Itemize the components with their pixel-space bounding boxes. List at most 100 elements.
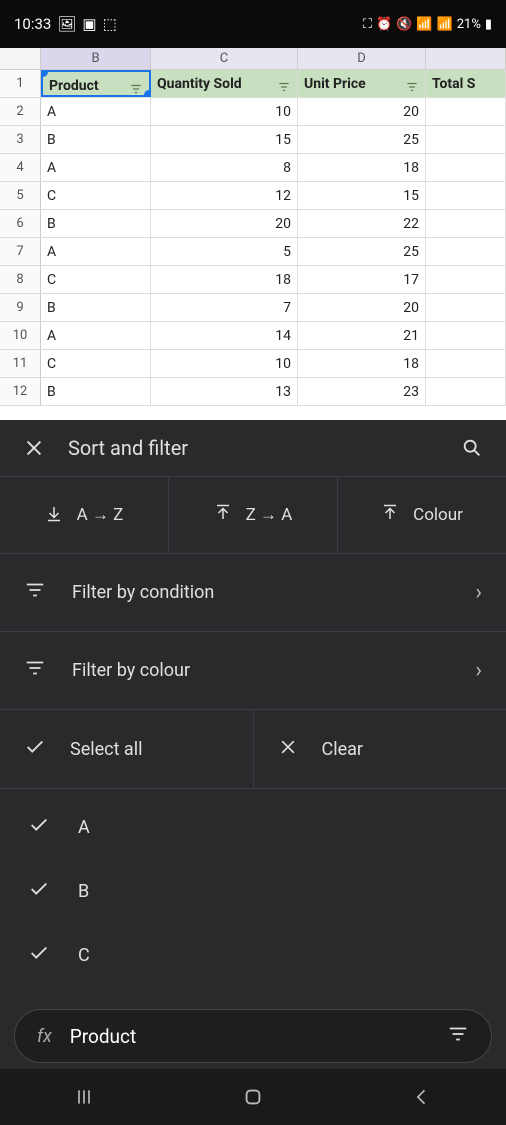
cell-total[interactable] <box>426 378 506 405</box>
cell-price[interactable]: 20 <box>298 98 426 125</box>
filter-by-colour[interactable]: Filter by colour › <box>0 632 506 710</box>
cell-price[interactable]: 25 <box>298 238 426 265</box>
home-button[interactable] <box>239 1083 267 1111</box>
row-header[interactable]: 5 <box>0 182 41 209</box>
row-header[interactable]: 9 <box>0 294 41 321</box>
cell-price[interactable]: 17 <box>298 266 426 293</box>
cell-total[interactable] <box>426 154 506 181</box>
cell-product[interactable]: 1B <box>41 378 151 405</box>
spreadsheet[interactable]: B C D 1 Product Quantity Sold <box>0 48 506 420</box>
table-row: 21A1020 <box>0 98 506 126</box>
cell-price[interactable]: 15 <box>298 182 426 209</box>
selection-handle-tl[interactable] <box>41 70 48 77</box>
cell-price[interactable]: 22 <box>298 210 426 237</box>
header-qty[interactable]: Quantity Sold <box>151 70 298 97</box>
cell-qty[interactable]: 18 <box>151 266 298 293</box>
row-header[interactable]: 7 <box>0 238 41 265</box>
filter-icon[interactable] <box>277 76 291 97</box>
cell-product[interactable]: 4C <box>41 182 151 209</box>
cell-price[interactable]: 21 <box>298 322 426 349</box>
filter-values-list: ABC <box>0 789 506 993</box>
cell-qty[interactable]: 10 <box>151 98 298 125</box>
row-header[interactable]: 12 <box>0 378 41 405</box>
cell-qty[interactable]: 15 <box>151 126 298 153</box>
table-row: 65B2022 <box>0 210 506 238</box>
cell-product[interactable]: 2B <box>41 126 151 153</box>
panel-title: Sort and filter <box>68 436 438 460</box>
filter-by-condition[interactable]: Filter by condition › <box>0 554 506 632</box>
clear-button[interactable]: Clear <box>254 710 506 788</box>
cell-qty[interactable]: 5 <box>151 238 298 265</box>
formula-bar[interactable]: fx Product <box>14 1009 492 1063</box>
formula-input[interactable]: Product <box>70 1025 429 1048</box>
cell-price[interactable]: 20 <box>298 294 426 321</box>
row-header[interactable]: 6 <box>0 210 41 237</box>
sort-az-button[interactable]: A → Z <box>0 477 169 553</box>
cell-price[interactable]: 18 <box>298 350 426 377</box>
close-icon[interactable] <box>20 434 48 462</box>
row-header[interactable]: 11 <box>0 350 41 377</box>
header-qty-label: Quantity Sold <box>157 76 242 92</box>
cell-price[interactable]: 25 <box>298 126 426 153</box>
search-icon[interactable] <box>458 434 486 462</box>
row-header[interactable]: 1 <box>0 70 41 97</box>
cell-total[interactable] <box>426 98 506 125</box>
cell-total[interactable] <box>426 238 506 265</box>
filter-icon[interactable] <box>405 76 419 97</box>
cell-total[interactable] <box>426 266 506 293</box>
row-header[interactable]: 10 <box>0 322 41 349</box>
col-header-D[interactable]: D <box>298 48 426 69</box>
select-all-button[interactable]: Select all <box>0 710 254 788</box>
cell-product[interactable]: 1A <box>41 98 151 125</box>
drive-icon: ▣ <box>82 15 96 33</box>
cell-product[interactable]: 3A <box>41 154 151 181</box>
filter-value-item[interactable]: B <box>0 859 506 923</box>
cell-total[interactable] <box>426 182 506 209</box>
header-total[interactable]: Total S <box>426 70 506 97</box>
row-header[interactable]: 2 <box>0 98 41 125</box>
back-button[interactable] <box>408 1083 436 1111</box>
chevron-right-icon: › <box>475 658 482 683</box>
col-header-E[interactable] <box>426 48 506 69</box>
cell-product[interactable]: 5B <box>41 210 151 237</box>
cell-qty[interactable]: 12 <box>151 182 298 209</box>
row-header[interactable]: 3 <box>0 126 41 153</box>
header-price[interactable]: Unit Price <box>298 70 426 97</box>
header-product-label: Product <box>49 78 99 94</box>
row-header[interactable]: 4 <box>0 154 41 181</box>
filter-value-item[interactable]: A <box>0 795 506 859</box>
cell-qty[interactable]: 20 <box>151 210 298 237</box>
cell-product[interactable]: 7C <box>41 266 151 293</box>
cell-total[interactable] <box>426 126 506 153</box>
column-headers: B C D <box>0 48 506 70</box>
cell-product[interactable]: 9A <box>41 322 151 349</box>
cell-qty[interactable]: 13 <box>151 378 298 405</box>
mute-icon: 🔇 <box>396 17 412 32</box>
cell-product[interactable]: 5A <box>41 238 151 265</box>
selection-handle-br[interactable] <box>144 90 151 97</box>
header-total-label: Total S <box>432 76 475 92</box>
cell-product[interactable]: 3B <box>41 294 151 321</box>
sort-colour-button[interactable]: Colour <box>338 477 506 553</box>
cell-total[interactable] <box>426 322 506 349</box>
cell-total[interactable] <box>426 350 506 377</box>
cell-qty[interactable]: 10 <box>151 350 298 377</box>
sort-za-button[interactable]: Z → A <box>169 477 338 553</box>
filter-list-icon[interactable] <box>447 1023 469 1049</box>
cell-product[interactable]: 0C <box>41 350 151 377</box>
cell-qty[interactable]: 14 <box>151 322 298 349</box>
row-header[interactable]: 8 <box>0 266 41 293</box>
cell-qty[interactable]: 8 <box>151 154 298 181</box>
col-header-B[interactable]: B <box>41 48 151 69</box>
cell-price[interactable]: 23 <box>298 378 426 405</box>
recent-apps-button[interactable] <box>70 1083 98 1111</box>
filter-value-item[interactable]: C <box>0 923 506 987</box>
cell-total[interactable] <box>426 210 506 237</box>
col-header-C[interactable]: C <box>151 48 298 69</box>
cell-qty[interactable]: 7 <box>151 294 298 321</box>
cell-total[interactable] <box>426 294 506 321</box>
filter-icon[interactable] <box>129 78 143 97</box>
cell-price[interactable]: 18 <box>298 154 426 181</box>
close-icon <box>278 737 298 762</box>
header-product[interactable]: Product <box>41 70 151 97</box>
